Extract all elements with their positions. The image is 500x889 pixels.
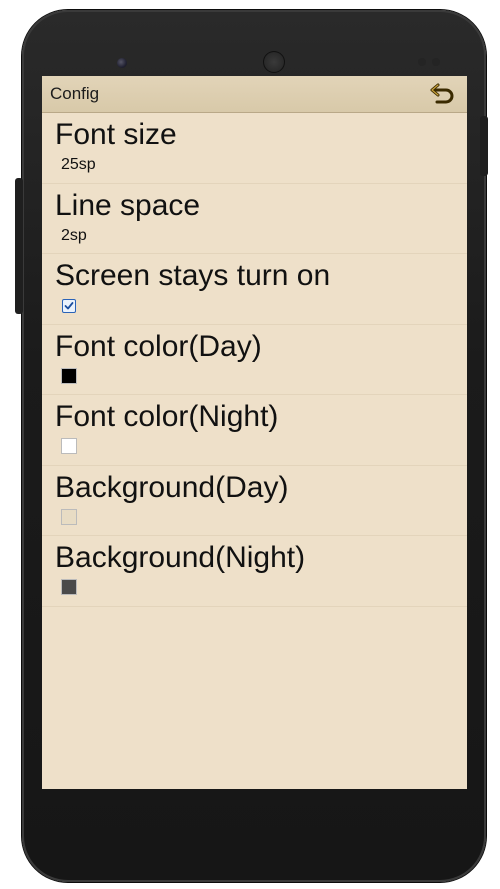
pref-title: Line space bbox=[55, 188, 201, 222]
pref-font-color-night[interactable]: Font color(Night) bbox=[42, 395, 467, 466]
pref-screen-on[interactable]: Screen stays turn on bbox=[42, 254, 467, 325]
pref-font-size[interactable]: Font size 25sp bbox=[42, 113, 467, 184]
volume-button bbox=[15, 178, 23, 314]
pref-title: Font color(Night) bbox=[55, 400, 279, 433]
pref-title: Screen stays turn on bbox=[55, 259, 331, 292]
color-swatch bbox=[61, 438, 77, 454]
action-bar: Config bbox=[42, 76, 467, 113]
pref-line-space[interactable]: Line space 2sp bbox=[42, 184, 467, 254]
pref-background-day[interactable]: Background(Day) bbox=[42, 466, 467, 536]
front-camera bbox=[117, 58, 127, 68]
page-title: Config bbox=[50, 84, 100, 103]
back-button[interactable] bbox=[429, 80, 457, 108]
pref-title: Background(Night) bbox=[55, 541, 306, 574]
pref-title: Font color(Day) bbox=[55, 329, 262, 363]
app-screen: Config Font size 25sp Line space 2sp Scr… bbox=[42, 76, 467, 789]
pref-background-night[interactable]: Background(Night) bbox=[42, 536, 467, 607]
pref-title: Background(Day) bbox=[55, 470, 289, 504]
color-swatch bbox=[61, 579, 77, 595]
earpiece-speaker bbox=[263, 51, 285, 73]
color-swatch bbox=[61, 367, 77, 384]
pref-summary: 2sp bbox=[61, 226, 87, 244]
light-sensor bbox=[432, 58, 440, 66]
back-arrow-icon bbox=[430, 83, 454, 104]
checkmark-icon bbox=[64, 302, 74, 310]
power-button bbox=[480, 116, 488, 176]
proximity-sensor bbox=[418, 58, 426, 66]
pref-title: Font size bbox=[55, 118, 177, 151]
screen-on-checkbox[interactable] bbox=[62, 299, 76, 313]
color-swatch bbox=[61, 508, 77, 525]
pref-summary: 25sp bbox=[61, 156, 96, 173]
pref-font-color-day[interactable]: Font color(Day) bbox=[42, 325, 467, 395]
